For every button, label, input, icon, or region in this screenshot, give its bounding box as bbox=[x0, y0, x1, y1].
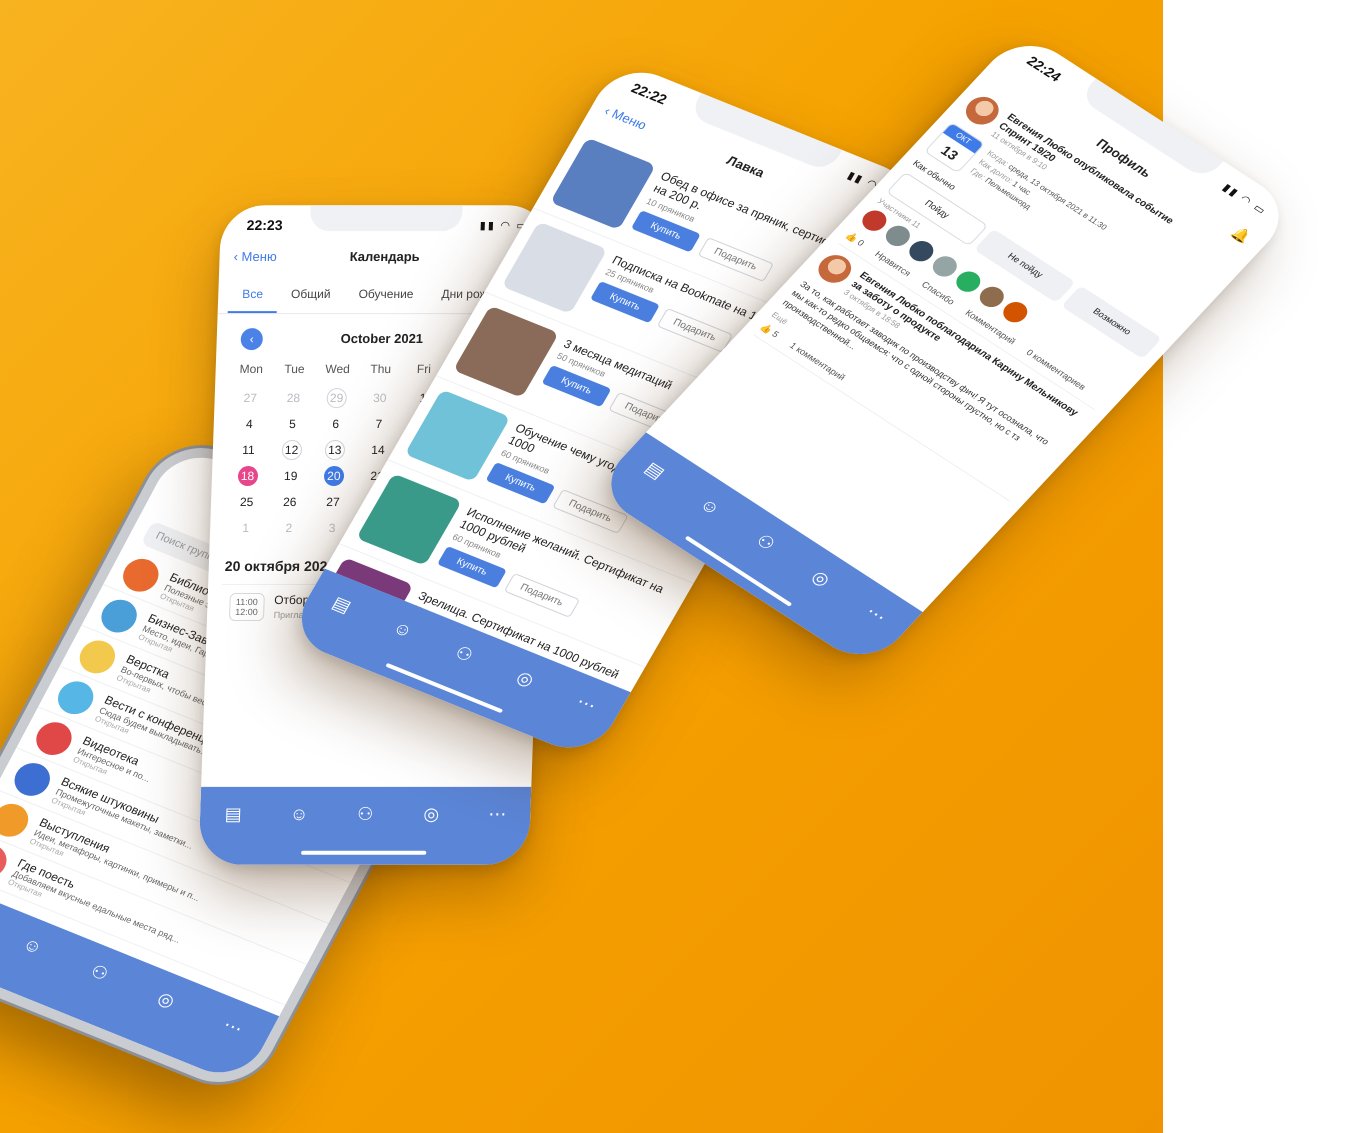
group-avatar bbox=[0, 798, 35, 842]
calendar-day-number: 13 bbox=[324, 440, 346, 461]
like-count-value: 0 bbox=[855, 237, 867, 248]
calendar-day[interactable]: 27 bbox=[311, 492, 355, 512]
calendar-day[interactable]: 18 bbox=[226, 466, 270, 487]
group-avatar bbox=[117, 553, 165, 597]
profile-icon[interactable]: ◎ bbox=[508, 664, 543, 693]
weekday-label: Thu bbox=[370, 362, 392, 377]
home-indicator bbox=[301, 850, 427, 855]
calendar-day-number: 6 bbox=[332, 417, 340, 432]
calendar-day-number: 20 bbox=[323, 466, 345, 487]
calendar-day-number: 19 bbox=[283, 469, 298, 484]
people-icon[interactable]: ☺ bbox=[385, 615, 420, 644]
calendar-day-number: 5 bbox=[288, 417, 297, 432]
calendar-day[interactable]: 28 bbox=[272, 388, 316, 408]
people-icon[interactable]: ☺ bbox=[692, 491, 729, 521]
calendar-day-number: 28 bbox=[286, 391, 301, 406]
calendar-day[interactable]: 13 bbox=[313, 440, 357, 461]
calendar-day-number: 11 bbox=[241, 443, 255, 458]
tab-learning[interactable]: Обучение bbox=[344, 277, 428, 313]
calendar-day[interactable]: 26 bbox=[268, 492, 312, 512]
calendar-day-number: 25 bbox=[239, 495, 254, 510]
weekday-label: Tue bbox=[284, 362, 305, 377]
groups-icon[interactable]: ⚇ bbox=[352, 803, 379, 825]
tab-common[interactable]: Общий bbox=[276, 277, 345, 313]
calendar-day[interactable]: 27 bbox=[228, 388, 272, 408]
calendar-day[interactable]: 30 bbox=[358, 388, 402, 408]
calendar-day[interactable]: 6 bbox=[314, 414, 358, 434]
calendar-day-number: 27 bbox=[243, 391, 258, 406]
avatar[interactable] bbox=[812, 249, 859, 288]
group-avatar bbox=[52, 675, 100, 719]
profile-icon[interactable]: ◎ bbox=[802, 563, 839, 593]
calendar-day-number: 18 bbox=[237, 466, 258, 487]
weekday-label: Wed bbox=[325, 362, 351, 377]
news-icon[interactable]: ▤ bbox=[324, 590, 359, 619]
calendar-day-number: 12 bbox=[281, 440, 302, 461]
more-icon[interactable]: ⋯ bbox=[858, 599, 895, 629]
calendar-day[interactable]: 25 bbox=[225, 492, 269, 512]
groups-icon[interactable]: ⚇ bbox=[82, 958, 116, 987]
more-icon[interactable]: ⋯ bbox=[569, 689, 604, 718]
signal-wifi-battery-icon: ▮▮ ◠ ▭ bbox=[1219, 182, 1270, 218]
people-icon[interactable]: ☺ bbox=[16, 931, 50, 960]
event-time-start: 11:00 bbox=[235, 596, 258, 607]
more-icon[interactable]: ⋯ bbox=[484, 803, 511, 825]
group-avatar bbox=[30, 716, 78, 760]
calendar-day-number: 2 bbox=[285, 521, 293, 535]
tab-bar: ▤ ☺ ⚇ ◎ ⋯ bbox=[198, 786, 532, 865]
calendar-day[interactable]: 4 bbox=[227, 414, 271, 434]
like-count-value: 5 bbox=[769, 329, 781, 340]
calendar-day[interactable]: 20 bbox=[312, 466, 356, 487]
groups-icon[interactable]: ⚇ bbox=[447, 640, 482, 669]
event-time-end: 12:00 bbox=[235, 606, 258, 617]
profile-icon[interactable]: ◎ bbox=[149, 985, 183, 1014]
calendar-day[interactable]: 12 bbox=[270, 440, 314, 461]
calendar-day-number: 26 bbox=[282, 495, 297, 510]
calendar-day-number: 27 bbox=[326, 495, 340, 510]
calendar-day[interactable]: 11 bbox=[227, 440, 271, 460]
tab-all[interactable]: Все bbox=[227, 277, 278, 314]
event-time: 11:00 12:00 bbox=[228, 592, 265, 621]
calendar-day[interactable]: 2 bbox=[267, 518, 311, 538]
status-time: 22:22 bbox=[628, 79, 670, 108]
group-avatar bbox=[8, 757, 57, 801]
calendar-day[interactable]: 29 bbox=[315, 388, 359, 409]
calendar-day[interactable]: 1 bbox=[224, 518, 268, 538]
calendar-day-number: 4 bbox=[245, 417, 253, 432]
news-icon[interactable]: ▤ bbox=[636, 455, 673, 485]
calendar-day[interactable]: 7 bbox=[357, 414, 401, 434]
calendar-day-number: 29 bbox=[326, 388, 347, 409]
calendar-day-number: 3 bbox=[328, 521, 336, 535]
group-avatar bbox=[95, 594, 144, 638]
weekday-label: Mon bbox=[239, 362, 264, 377]
calendar-day[interactable]: 19 bbox=[269, 466, 313, 486]
phone-notch bbox=[309, 205, 463, 232]
like-count[interactable]: 👍 5 bbox=[758, 322, 781, 340]
people-icon[interactable]: ☺ bbox=[286, 803, 313, 825]
calendar-day-number: 14 bbox=[371, 443, 385, 458]
group-avatar bbox=[73, 635, 122, 678]
profile-icon[interactable]: ◎ bbox=[418, 803, 445, 825]
calendar-day[interactable]: 5 bbox=[271, 414, 315, 434]
like-count[interactable]: 👍 0 bbox=[843, 230, 867, 248]
more-icon[interactable]: ⋯ bbox=[216, 1012, 250, 1041]
groups-icon[interactable]: ⚇ bbox=[747, 527, 784, 557]
calendar-day-number: 30 bbox=[372, 391, 387, 406]
status-time: 22:24 bbox=[1023, 52, 1065, 85]
calendar-day-number: 7 bbox=[375, 417, 383, 432]
news-icon[interactable]: ▤ bbox=[220, 803, 247, 825]
status-time: 22:23 bbox=[246, 217, 283, 234]
calendar-day-number: 1 bbox=[242, 521, 250, 535]
